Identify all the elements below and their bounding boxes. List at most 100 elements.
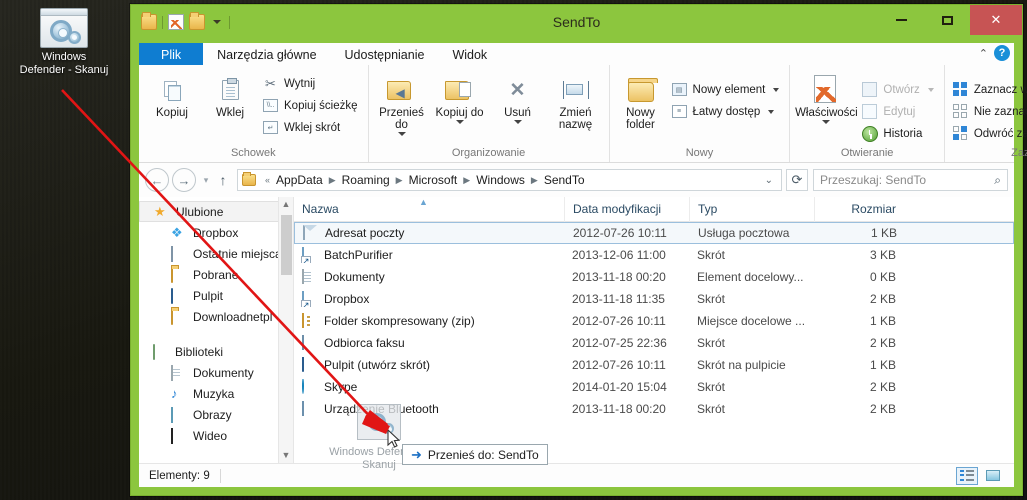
drop-tooltip: ➜ Przenieś do: SendTo [402, 444, 548, 465]
documents-icon [171, 364, 187, 381]
file-size: 1 KB [869, 358, 896, 372]
sidebar-item-pobrane[interactable]: Pobrane [139, 264, 293, 285]
chevron-down-icon[interactable]: ▼ [279, 448, 293, 463]
sidebar-item-dropbox[interactable]: ❖ Dropbox [139, 222, 293, 243]
properties-button[interactable]: Właściwości [795, 70, 858, 127]
collapse-ribbon-button[interactable]: ⌃ [979, 47, 988, 60]
table-row[interactable]: Adresat poczty 2012-07-26 10:11 Usługa p… [294, 222, 1014, 244]
rename-button[interactable]: Zmień nazwę [548, 70, 604, 134]
chevron-down-icon[interactable] [773, 87, 780, 92]
window-controls[interactable]: ✕ [878, 5, 1022, 35]
scrollbar-thumb[interactable] [281, 215, 292, 275]
search-icon[interactable]: ⌕ [994, 173, 1001, 188]
dropbox-icon: ❖ [171, 224, 183, 240]
recent-locations-button[interactable]: ▾ [199, 175, 213, 186]
back-button[interactable]: ← [145, 168, 169, 192]
chevron-down-icon[interactable] [455, 120, 464, 124]
paste-shortcut-button[interactable]: ↵ Wklej skrót [260, 117, 363, 138]
edit-button[interactable]: Edytuj [859, 101, 938, 122]
table-row[interactable]: Dropbox 2013-11-18 11:35 Skrót 2 KB [294, 288, 1014, 310]
file-type: Element docelowy... [697, 270, 804, 284]
copy-path-button[interactable]: \\.. Kopiuj ścieżkę [260, 95, 363, 116]
breadcrumb-item-sendto[interactable]: SendTo [543, 173, 586, 187]
breadcrumb-item-microsoft[interactable]: Microsoft [408, 173, 459, 187]
sidebar-item-dokumenty[interactable]: Dokumenty [139, 362, 293, 383]
sidebar-item-biblioteki[interactable]: Biblioteki [139, 341, 293, 362]
desktop-icon-windows-defender[interactable]: Windows Defender - Skanuj [18, 8, 110, 77]
details-view-button[interactable] [956, 466, 978, 485]
navigation-pane: ★ Ulubione ❖ Dropbox Ostatnie miejsca Po… [139, 197, 294, 463]
maximize-button[interactable] [924, 5, 970, 35]
table-row[interactable]: Skype 2014-01-20 15:04 Skrót 2 KB [294, 376, 1014, 398]
cut-button[interactable]: ✂ Wytnij [260, 73, 363, 94]
ribbon-tabs[interactable]: Plik Narzędzia główne Udostępnianie Wido… [139, 41, 1014, 67]
sidebar-item-pulpit[interactable]: Pulpit [139, 285, 293, 306]
close-button[interactable]: ✕ [970, 5, 1022, 35]
arrow-cursor-icon [387, 429, 400, 448]
tab-narzedzia-glowne[interactable]: Narzędzia główne [203, 43, 331, 67]
chevron-down-icon[interactable] [397, 132, 406, 136]
sidebar-item-obrazy[interactable]: Obrazy [139, 404, 293, 425]
table-row[interactable]: Urządzenie Bluetooth 2013-11-18 00:20 Sk… [294, 398, 1014, 420]
table-row[interactable]: Pulpit (utwórz skrót) 2012-07-26 10:11 S… [294, 354, 1014, 376]
paste-button[interactable]: Wklej [202, 70, 258, 122]
breadcrumb-item-windows[interactable]: Windows [475, 173, 526, 187]
new-folder-button[interactable]: Nowy folder [615, 70, 667, 134]
column-header-rozmiar[interactable]: Rozmiar [814, 196, 904, 222]
table-row[interactable]: BatchPurifier 2013-12-06 11:00 Skrót 3 K… [294, 244, 1014, 266]
sidebar-item-label: Ulubione [176, 204, 224, 219]
chevron-up-icon[interactable]: ▲ [279, 197, 293, 212]
history-button[interactable]: Historia [859, 123, 938, 144]
copy-to-button[interactable]: Kopiuj do [432, 70, 488, 127]
column-header-data-modyfikacji[interactable]: Data modyfikacji [564, 196, 689, 222]
copy-button[interactable]: Kopiuj [144, 70, 200, 122]
refresh-button[interactable]: ⟳ [786, 169, 808, 191]
edit-label: Edytuj [883, 105, 916, 118]
help-button[interactable]: ? [994, 45, 1010, 61]
breadcrumb-item-appdata[interactable]: AppData [275, 173, 324, 187]
up-button[interactable]: ↑ [213, 172, 233, 188]
sidebar-item-ulubione[interactable]: ★ Ulubione [139, 201, 293, 222]
table-row[interactable]: Folder skompresowany (zip) 2012-07-26 10… [294, 310, 1014, 332]
title-bar[interactable]: SendTo ✕ [131, 5, 1022, 41]
sidebar-item-downloadnetpl[interactable]: Downloadnetpl [139, 306, 293, 327]
edit-icon [861, 103, 878, 120]
chevron-down-icon[interactable] [822, 120, 831, 124]
forward-button[interactable]: → [172, 168, 196, 192]
minimize-button[interactable] [878, 5, 924, 35]
sidebar-item-label: Muzyka [193, 386, 235, 401]
move-to-label: Przenieś do [379, 107, 424, 131]
new-item-button[interactable]: ▤ Nowy element [669, 79, 785, 100]
delete-button[interactable]: ✕ Usuń [490, 70, 546, 127]
tab-plik[interactable]: Plik [139, 43, 204, 67]
select-none-button[interactable]: Nie zaznaczaj nic [950, 101, 1027, 122]
chevron-down-icon[interactable] [927, 87, 934, 92]
sidebar-item-muzyka[interactable]: ♪ Muzyka [139, 383, 293, 404]
sidebar-item-wideo[interactable]: Wideo [139, 425, 293, 446]
column-header-nazwa[interactable]: Nazwa ▲ [294, 197, 564, 222]
invert-selection-button[interactable]: Odwróć zaznaczenie [950, 123, 1027, 144]
large-icons-view-button[interactable] [982, 467, 1004, 485]
file-name: Skype [324, 380, 358, 394]
navpane-scrollbar[interactable]: ▲ ▼ [278, 197, 293, 463]
chevron-down-icon[interactable] [768, 109, 775, 114]
view-buttons[interactable] [956, 466, 1004, 485]
easy-access-button[interactable]: ≡ Łatwy dostęp [669, 101, 785, 122]
breadcrumb-item-roaming[interactable]: Roaming [341, 173, 391, 187]
desktop-icon [302, 357, 318, 373]
search-input[interactable]: Przeszukaj: SendTo ⌕ [813, 169, 1008, 191]
column-header-typ[interactable]: Typ [689, 196, 814, 222]
tab-udostepnianie[interactable]: Udostępnianie [330, 43, 439, 67]
sidebar-item-ostatnie-miejsca[interactable]: Ostatnie miejsca [139, 243, 293, 264]
chevron-down-icon[interactable]: ⌄ [761, 175, 777, 186]
table-row[interactable]: Odbiorca faksu 2012-07-25 22:36 Skrót 2 … [294, 332, 1014, 354]
open-button[interactable]: Otwórz [859, 79, 938, 100]
tab-widok[interactable]: Widok [438, 43, 502, 67]
table-row[interactable]: Dokumenty 2013-11-18 00:20 Element docel… [294, 266, 1014, 288]
move-to-button[interactable]: ◀ Przenieś do [374, 70, 430, 139]
breadcrumb[interactable]: « AppData ▶ Roaming ▶ Microsoft ▶ Window… [237, 169, 782, 191]
select-all-button[interactable]: Zaznacz wszystko [950, 79, 1027, 100]
copy-label: Kopiuj [156, 107, 188, 119]
chevron-down-icon[interactable] [513, 120, 522, 124]
